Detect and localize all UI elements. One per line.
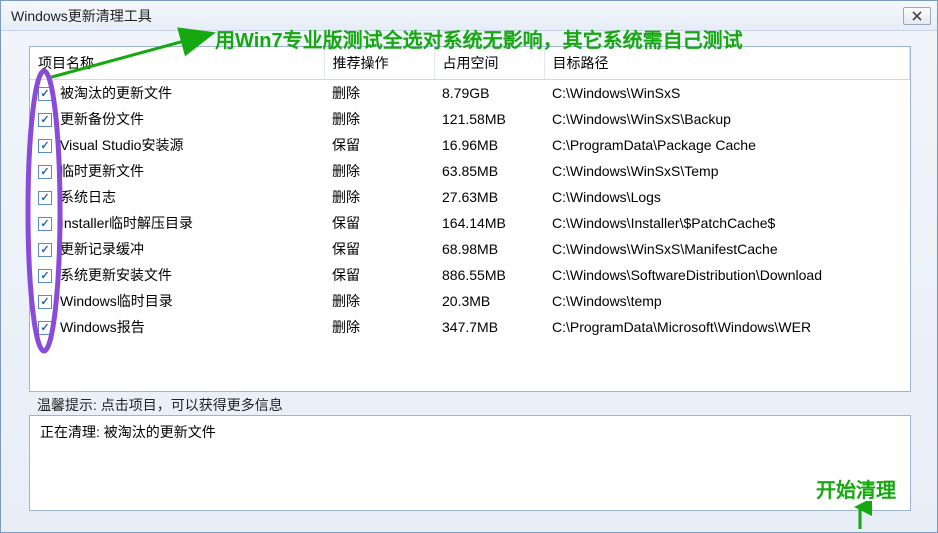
table-row[interactable]: 被淘汰的更新文件删除8.79GBC:\Windows\WinSxS xyxy=(30,80,910,107)
cell-size: 68.98MB xyxy=(434,236,544,262)
cell-action: 保留 xyxy=(324,262,434,288)
table-row[interactable]: Visual Studio安装源保留16.96MBC:\ProgramData\… xyxy=(30,132,910,158)
header-path[interactable]: 目标路径 xyxy=(544,47,910,80)
cell-name: 被淘汰的更新文件 xyxy=(52,80,324,107)
cell-action: 删除 xyxy=(324,288,434,314)
table-header-row: 项目名称 推荐操作 占用空间 目标路径 xyxy=(30,47,910,80)
cell-size: 8.79GB xyxy=(434,80,544,107)
cell-action: 删除 xyxy=(324,80,434,107)
row-checkbox[interactable] xyxy=(38,165,52,179)
cell-size: 886.55MB xyxy=(434,262,544,288)
row-checkbox[interactable] xyxy=(38,269,52,283)
cell-action: 删除 xyxy=(324,158,434,184)
cell-size: 20.3MB xyxy=(434,288,544,314)
cell-name: Visual Studio安装源 xyxy=(52,132,324,158)
cell-path: C:\Windows\temp xyxy=(544,288,910,314)
close-button[interactable] xyxy=(903,7,931,25)
row-checkbox[interactable] xyxy=(38,321,52,335)
cell-name: Windows临时目录 xyxy=(52,288,324,314)
cell-size: 164.14MB xyxy=(434,210,544,236)
cell-path: C:\Windows\WinSxS\ManifestCache xyxy=(544,236,910,262)
table-row[interactable]: Installer临时解压目录保留164.14MBC:\Windows\Inst… xyxy=(30,210,910,236)
row-checkbox[interactable] xyxy=(38,113,52,127)
items-table: 项目名称 推荐操作 占用空间 目标路径 被淘汰的更新文件删除8.79GBC:\W… xyxy=(30,47,910,340)
cell-name: Installer临时解压目录 xyxy=(52,210,324,236)
cell-name: 系统更新安装文件 xyxy=(52,262,324,288)
cell-path: C:\Windows\Logs xyxy=(544,184,910,210)
table-row[interactable]: Windows临时目录删除20.3MBC:\Windows\temp xyxy=(30,288,910,314)
app-window: Windows更新清理工具 项目名称 推荐操作 占用空间 目标路径 被淘汰的更新… xyxy=(0,0,938,533)
cell-action: 删除 xyxy=(324,314,434,340)
header-name[interactable]: 项目名称 xyxy=(30,47,324,80)
window-title: Windows更新清理工具 xyxy=(11,6,152,26)
cell-action: 删除 xyxy=(324,106,434,132)
cell-path: C:\Windows\SoftwareDistribution\Download xyxy=(544,262,910,288)
cell-action: 保留 xyxy=(324,132,434,158)
table-row[interactable]: 更新备份文件删除121.58MBC:\Windows\WinSxS\Backup xyxy=(30,106,910,132)
cell-name: 更新记录缓冲 xyxy=(52,236,324,262)
cell-path: C:\Windows\WinSxS\Backup xyxy=(544,106,910,132)
cell-action: 保留 xyxy=(324,210,434,236)
cell-name: 系统日志 xyxy=(52,184,324,210)
items-panel: 项目名称 推荐操作 占用空间 目标路径 被淘汰的更新文件删除8.79GBC:\W… xyxy=(29,46,911,392)
table-row[interactable]: 系统日志删除27.63MBC:\Windows\Logs xyxy=(30,184,910,210)
table-row[interactable]: Windows报告删除347.7MBC:\ProgramData\Microso… xyxy=(30,314,910,340)
cell-size: 63.85MB xyxy=(434,158,544,184)
table-row[interactable]: 更新记录缓冲保留68.98MBC:\Windows\WinSxS\Manifes… xyxy=(30,236,910,262)
status-panel: 正在清理: 被淘汰的更新文件 xyxy=(29,415,911,511)
close-icon xyxy=(912,11,922,21)
cell-path: C:\Windows\WinSxS\Temp xyxy=(544,158,910,184)
cell-name: 更新备份文件 xyxy=(52,106,324,132)
cell-size: 121.58MB xyxy=(434,106,544,132)
cell-path: C:\Windows\WinSxS xyxy=(544,80,910,107)
cell-path: C:\Windows\Installer\$PatchCache$ xyxy=(544,210,910,236)
table-row[interactable]: 临时更新文件删除63.85MBC:\Windows\WinSxS\Temp xyxy=(30,158,910,184)
cell-action: 删除 xyxy=(324,184,434,210)
cell-path: C:\ProgramData\Package Cache xyxy=(544,132,910,158)
row-checkbox[interactable] xyxy=(38,87,52,101)
table-row[interactable]: 系统更新安装文件保留886.55MBC:\Windows\SoftwareDis… xyxy=(30,262,910,288)
cell-action: 保留 xyxy=(324,236,434,262)
header-action[interactable]: 推荐操作 xyxy=(324,47,434,80)
header-size[interactable]: 占用空间 xyxy=(434,47,544,80)
status-text: 正在清理: 被淘汰的更新文件 xyxy=(40,424,216,440)
row-checkbox[interactable] xyxy=(38,217,52,231)
cell-name: 临时更新文件 xyxy=(52,158,324,184)
row-checkbox[interactable] xyxy=(38,191,52,205)
titlebar: Windows更新清理工具 xyxy=(1,1,937,31)
cell-size: 347.7MB xyxy=(434,314,544,340)
row-checkbox[interactable] xyxy=(38,139,52,153)
cell-size: 27.63MB xyxy=(434,184,544,210)
row-checkbox[interactable] xyxy=(38,243,52,257)
cell-size: 16.96MB xyxy=(434,132,544,158)
cell-path: C:\ProgramData\Microsoft\Windows\WER xyxy=(544,314,910,340)
row-checkbox[interactable] xyxy=(38,295,52,309)
cell-name: Windows报告 xyxy=(52,314,324,340)
